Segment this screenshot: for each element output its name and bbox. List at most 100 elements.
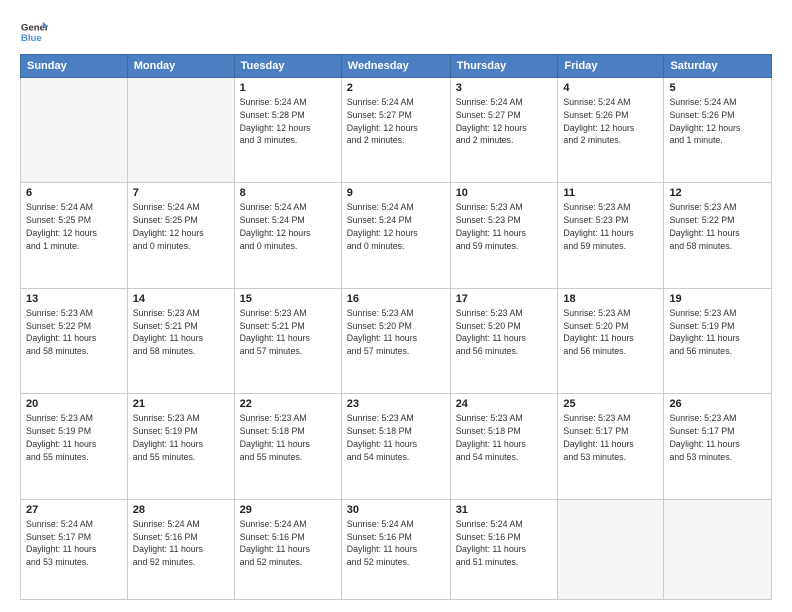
day-detail: Sunrise: 5:24 AM Sunset: 5:28 PM Dayligh… — [240, 96, 336, 147]
day-detail: Sunrise: 5:24 AM Sunset: 5:17 PM Dayligh… — [26, 518, 122, 569]
day-number: 25 — [563, 398, 658, 410]
day-detail: Sunrise: 5:23 AM Sunset: 5:23 PM Dayligh… — [456, 201, 553, 252]
calendar-cell: 6Sunrise: 5:24 AM Sunset: 5:25 PM Daylig… — [21, 183, 128, 288]
day-detail: Sunrise: 5:24 AM Sunset: 5:16 PM Dayligh… — [240, 518, 336, 569]
calendar-cell: 7Sunrise: 5:24 AM Sunset: 5:25 PM Daylig… — [127, 183, 234, 288]
day-number: 23 — [347, 398, 445, 410]
calendar-cell: 9 Sunrise: 5:24 AM Sunset: 5:24 PM Daylig… — [341, 183, 450, 288]
week-row-1: 1 Sunrise: 5:24 AM Sunset: 5:28 PM Daylig… — [21, 78, 772, 183]
day-number: 12 — [669, 187, 766, 199]
week-row-4: 20Sunrise: 5:23 AM Sunset: 5:19 PM Dayli… — [21, 394, 772, 499]
day-detail: Sunrise: 5:24 AM Sunset: 5:26 PM Dayligh… — [563, 96, 658, 147]
calendar-cell: 29 Sunrise: 5:24 AM Sunset: 5:16 PM Dayli… — [234, 499, 341, 599]
weekday-header-friday: Friday — [558, 55, 664, 78]
day-number: 1 — [240, 82, 336, 94]
day-number: 8 — [240, 187, 336, 199]
week-row-3: 13 Sunrise: 5:23 AM Sunset: 5:22 PM Dayli… — [21, 288, 772, 393]
day-detail: Sunrise: 5:24 AM Sunset: 5:25 PM Dayligh… — [26, 201, 122, 252]
week-row-5: 27 Sunrise: 5:24 AM Sunset: 5:17 PM Dayli… — [21, 499, 772, 599]
day-number: 16 — [347, 293, 445, 305]
calendar-cell: 14 Sunrise: 5:23 AM Sunset: 5:21 PM Dayli… — [127, 288, 234, 393]
day-number: 18 — [563, 293, 658, 305]
calendar-cell: 3Sunrise: 5:24 AM Sunset: 5:27 PM Daylig… — [450, 78, 558, 183]
logo: General Blue — [20, 18, 48, 46]
weekday-header-saturday: Saturday — [664, 55, 772, 78]
day-number: 27 — [26, 504, 122, 516]
day-detail: Sunrise: 5:24 AM Sunset: 5:24 PM Dayligh… — [347, 201, 445, 252]
day-number: 5 — [669, 82, 766, 94]
day-detail: Sunrise: 5:23 AM Sunset: 5:22 PM Dayligh… — [26, 307, 122, 358]
day-detail: Sunrise: 5:23 AM Sunset: 5:20 PM Dayligh… — [563, 307, 658, 358]
day-number: 7 — [133, 187, 229, 199]
day-number: 30 — [347, 504, 445, 516]
day-number: 14 — [133, 293, 229, 305]
calendar-cell: 31 Sunrise: 5:24 AM Sunset: 5:16 PM Dayli… — [450, 499, 558, 599]
calendar-cell: 10 Sunrise: 5:23 AM Sunset: 5:23 PM Dayli… — [450, 183, 558, 288]
day-detail: Sunrise: 5:24 AM Sunset: 5:16 PM Dayligh… — [133, 518, 229, 569]
weekday-header-tuesday: Tuesday — [234, 55, 341, 78]
calendar-page: General Blue SundayMondayTuesdayWednesda… — [0, 0, 792, 612]
day-detail: Sunrise: 5:23 AM Sunset: 5:21 PM Dayligh… — [133, 307, 229, 358]
calendar-cell: 8 Sunrise: 5:24 AM Sunset: 5:24 PM Daylig… — [234, 183, 341, 288]
calendar-cell: 17Sunrise: 5:23 AM Sunset: 5:20 PM Dayli… — [450, 288, 558, 393]
day-number: 13 — [26, 293, 122, 305]
day-number: 10 — [456, 187, 553, 199]
weekday-header-sunday: Sunday — [21, 55, 128, 78]
day-number: 17 — [456, 293, 553, 305]
day-number: 19 — [669, 293, 766, 305]
calendar-cell: 22 Sunrise: 5:23 AM Sunset: 5:18 PM Dayli… — [234, 394, 341, 499]
weekday-header-wednesday: Wednesday — [341, 55, 450, 78]
day-detail: Sunrise: 5:23 AM Sunset: 5:21 PM Dayligh… — [240, 307, 336, 358]
day-detail: Sunrise: 5:24 AM Sunset: 5:16 PM Dayligh… — [347, 518, 445, 569]
day-detail: Sunrise: 5:23 AM Sunset: 5:18 PM Dayligh… — [456, 412, 553, 463]
calendar-cell: 23 Sunrise: 5:23 AM Sunset: 5:18 PM Dayli… — [341, 394, 450, 499]
calendar-cell: 21 Sunrise: 5:23 AM Sunset: 5:19 PM Dayli… — [127, 394, 234, 499]
calendar-cell: 12 Sunrise: 5:23 AM Sunset: 5:22 PM Dayli… — [664, 183, 772, 288]
calendar-cell — [127, 78, 234, 183]
day-number: 28 — [133, 504, 229, 516]
day-number: 31 — [456, 504, 553, 516]
day-number: 11 — [563, 187, 658, 199]
day-detail: Sunrise: 5:23 AM Sunset: 5:22 PM Dayligh… — [669, 201, 766, 252]
day-detail: Sunrise: 5:24 AM Sunset: 5:27 PM Dayligh… — [347, 96, 445, 147]
weekday-header-monday: Monday — [127, 55, 234, 78]
calendar-cell: 25 Sunrise: 5:23 AM Sunset: 5:17 PM Dayli… — [558, 394, 664, 499]
calendar-cell — [664, 499, 772, 599]
calendar-cell: 16 Sunrise: 5:23 AM Sunset: 5:20 PM Dayli… — [341, 288, 450, 393]
calendar-cell: 4 Sunrise: 5:24 AM Sunset: 5:26 PM Daylig… — [558, 78, 664, 183]
day-number: 9 — [347, 187, 445, 199]
calendar-cell: 20Sunrise: 5:23 AM Sunset: 5:19 PM Dayli… — [21, 394, 128, 499]
calendar-cell: 27 Sunrise: 5:24 AM Sunset: 5:17 PM Dayli… — [21, 499, 128, 599]
day-detail: Sunrise: 5:23 AM Sunset: 5:17 PM Dayligh… — [669, 412, 766, 463]
calendar-cell: 11 Sunrise: 5:23 AM Sunset: 5:23 PM Dayli… — [558, 183, 664, 288]
day-detail: Sunrise: 5:23 AM Sunset: 5:19 PM Dayligh… — [26, 412, 122, 463]
calendar-cell: 24Sunrise: 5:23 AM Sunset: 5:18 PM Dayli… — [450, 394, 558, 499]
day-detail: Sunrise: 5:23 AM Sunset: 5:20 PM Dayligh… — [347, 307, 445, 358]
day-detail: Sunrise: 5:23 AM Sunset: 5:19 PM Dayligh… — [133, 412, 229, 463]
week-row-2: 6Sunrise: 5:24 AM Sunset: 5:25 PM Daylig… — [21, 183, 772, 288]
day-number: 22 — [240, 398, 336, 410]
weekday-header-thursday: Thursday — [450, 55, 558, 78]
day-detail: Sunrise: 5:24 AM Sunset: 5:26 PM Dayligh… — [669, 96, 766, 147]
day-detail: Sunrise: 5:23 AM Sunset: 5:19 PM Dayligh… — [669, 307, 766, 358]
day-detail: Sunrise: 5:24 AM Sunset: 5:16 PM Dayligh… — [456, 518, 553, 569]
day-detail: Sunrise: 5:23 AM Sunset: 5:23 PM Dayligh… — [563, 201, 658, 252]
calendar-cell: 28 Sunrise: 5:24 AM Sunset: 5:16 PM Dayli… — [127, 499, 234, 599]
day-detail: Sunrise: 5:23 AM Sunset: 5:18 PM Dayligh… — [347, 412, 445, 463]
day-number: 4 — [563, 82, 658, 94]
calendar-cell: 18 Sunrise: 5:23 AM Sunset: 5:20 PM Dayli… — [558, 288, 664, 393]
calendar-cell: 2Sunrise: 5:24 AM Sunset: 5:27 PM Daylig… — [341, 78, 450, 183]
day-detail: Sunrise: 5:23 AM Sunset: 5:17 PM Dayligh… — [563, 412, 658, 463]
calendar-cell: 1 Sunrise: 5:24 AM Sunset: 5:28 PM Daylig… — [234, 78, 341, 183]
day-number: 26 — [669, 398, 766, 410]
day-number: 29 — [240, 504, 336, 516]
calendar-cell: 5 Sunrise: 5:24 AM Sunset: 5:26 PM Daylig… — [664, 78, 772, 183]
day-number: 21 — [133, 398, 229, 410]
day-detail: Sunrise: 5:24 AM Sunset: 5:24 PM Dayligh… — [240, 201, 336, 252]
calendar-cell: 13 Sunrise: 5:23 AM Sunset: 5:22 PM Dayli… — [21, 288, 128, 393]
page-header: General Blue — [20, 18, 772, 46]
day-detail: Sunrise: 5:23 AM Sunset: 5:18 PM Dayligh… — [240, 412, 336, 463]
calendar-cell: 26 Sunrise: 5:23 AM Sunset: 5:17 PM Dayli… — [664, 394, 772, 499]
calendar-cell — [21, 78, 128, 183]
weekday-header-row: SundayMondayTuesdayWednesdayThursdayFrid… — [21, 55, 772, 78]
